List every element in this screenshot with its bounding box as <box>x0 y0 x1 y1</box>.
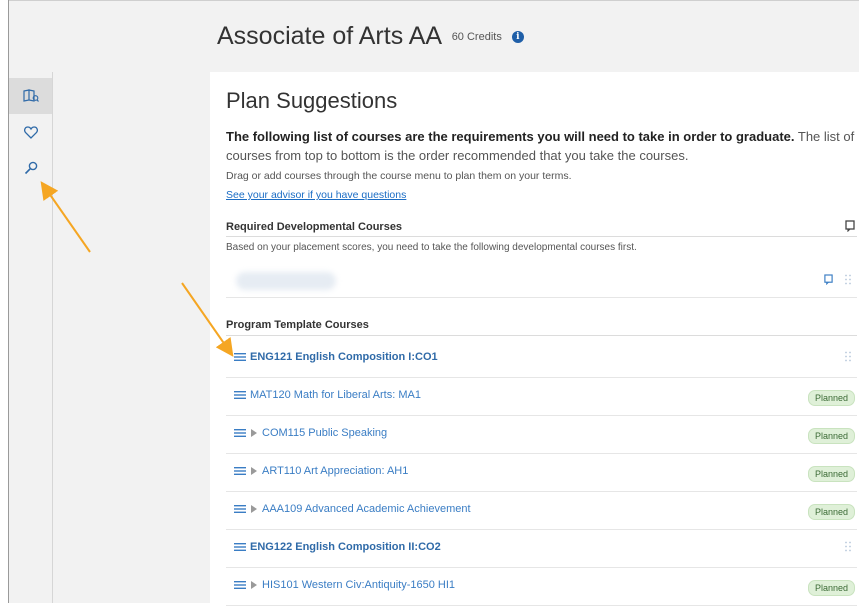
plan-title: Plan Suggestions <box>226 88 398 113</box>
program-template-heading: Program Template Courses <box>226 319 369 331</box>
course-row[interactable]: AAA109 Advanced Academic Achievement Plan… <box>226 492 857 530</box>
gutter <box>53 72 210 603</box>
menu-lines-icon[interactable] <box>234 428 246 438</box>
menu-lines-icon[interactable] <box>234 390 246 400</box>
course-row[interactable]: HIS101 Western Civ:Antiquity-1650 HI1 Pla… <box>226 568 857 606</box>
search-icon <box>24 161 37 175</box>
course-label[interactable]: AAA109 Advanced Academic Achievement <box>262 503 471 515</box>
developmental-course-row[interactable] <box>226 262 857 298</box>
advisor-link[interactable]: See your advisor if you have questions <box>226 189 406 201</box>
expand-triangle-icon[interactable] <box>250 466 258 476</box>
rail-button-favorites[interactable] <box>9 114 52 150</box>
menu-lines-icon[interactable] <box>234 580 246 590</box>
course-label[interactable]: ART110 Art Appreciation: AH1 <box>262 465 408 477</box>
rail-button-search[interactable] <box>9 150 52 186</box>
expand-triangle-icon[interactable] <box>250 428 258 438</box>
status-badge: Planned <box>807 466 855 482</box>
program-title: Associate of Arts AA 60 Credits i <box>217 22 524 51</box>
book-map-icon <box>22 89 39 102</box>
program-credits: 60 Credits <box>451 31 502 44</box>
notes-icon[interactable] <box>845 220 855 232</box>
drag-handle-icon[interactable] <box>845 351 851 362</box>
course-row[interactable]: ENG121 English Composition I:CO1 <box>226 340 857 378</box>
section-divider <box>226 236 857 237</box>
side-rail <box>9 72 53 603</box>
course-row[interactable]: MAT120 Math for Liberal Arts: MA1 Planned <box>226 378 857 416</box>
drag-note: Drag or add courses through the course m… <box>226 170 572 182</box>
heart-icon <box>23 125 38 139</box>
notes-icon[interactable] <box>824 274 833 285</box>
status-badge: Planned <box>807 580 855 596</box>
course-label[interactable]: ENG121 English Composition I:CO1 <box>250 351 438 363</box>
status-badge: Planned <box>807 428 855 444</box>
section-divider <box>226 335 857 336</box>
plan-intro-bold: The following list of courses are the re… <box>226 129 795 144</box>
course-label[interactable]: ENG122 English Composition II:CO2 <box>250 541 441 553</box>
program-title-text: Associate of Arts AA <box>217 22 441 50</box>
expand-triangle-icon[interactable] <box>250 504 258 514</box>
plan-intro: The following list of courses are the re… <box>226 127 856 165</box>
status-badge: Planned <box>807 504 855 520</box>
rail-button-plan[interactable] <box>9 78 52 114</box>
menu-lines-icon[interactable] <box>234 352 246 362</box>
course-row[interactable]: ENG122 English Composition II:CO2 <box>226 530 857 568</box>
status-badge: Planned <box>807 390 855 406</box>
drag-handle-icon[interactable] <box>845 274 851 285</box>
menu-lines-icon[interactable] <box>234 504 246 514</box>
course-row[interactable]: COM115 Public Speaking Planned <box>226 416 857 454</box>
redacted-course <box>236 272 336 290</box>
developmental-heading: Required Developmental Courses <box>226 221 403 233</box>
course-label[interactable]: COM115 Public Speaking <box>262 427 387 439</box>
expand-triangle-icon[interactable] <box>250 580 258 590</box>
course-label[interactable]: HIS101 Western Civ:Antiquity-1650 HI1 <box>262 579 455 591</box>
developmental-description: Based on your placement scores, you need… <box>226 242 637 253</box>
course-label[interactable]: MAT120 Math for Liberal Arts: MA1 <box>250 389 421 401</box>
drag-handle-icon[interactable] <box>845 541 851 552</box>
course-row[interactable]: ART110 Art Appreciation: AH1 Planned <box>226 454 857 492</box>
menu-lines-icon[interactable] <box>234 466 246 476</box>
plan-suggestions-panel: Plan Suggestions The following list of c… <box>210 72 859 606</box>
menu-lines-icon[interactable] <box>234 542 246 552</box>
info-icon[interactable]: i <box>511 31 524 44</box>
